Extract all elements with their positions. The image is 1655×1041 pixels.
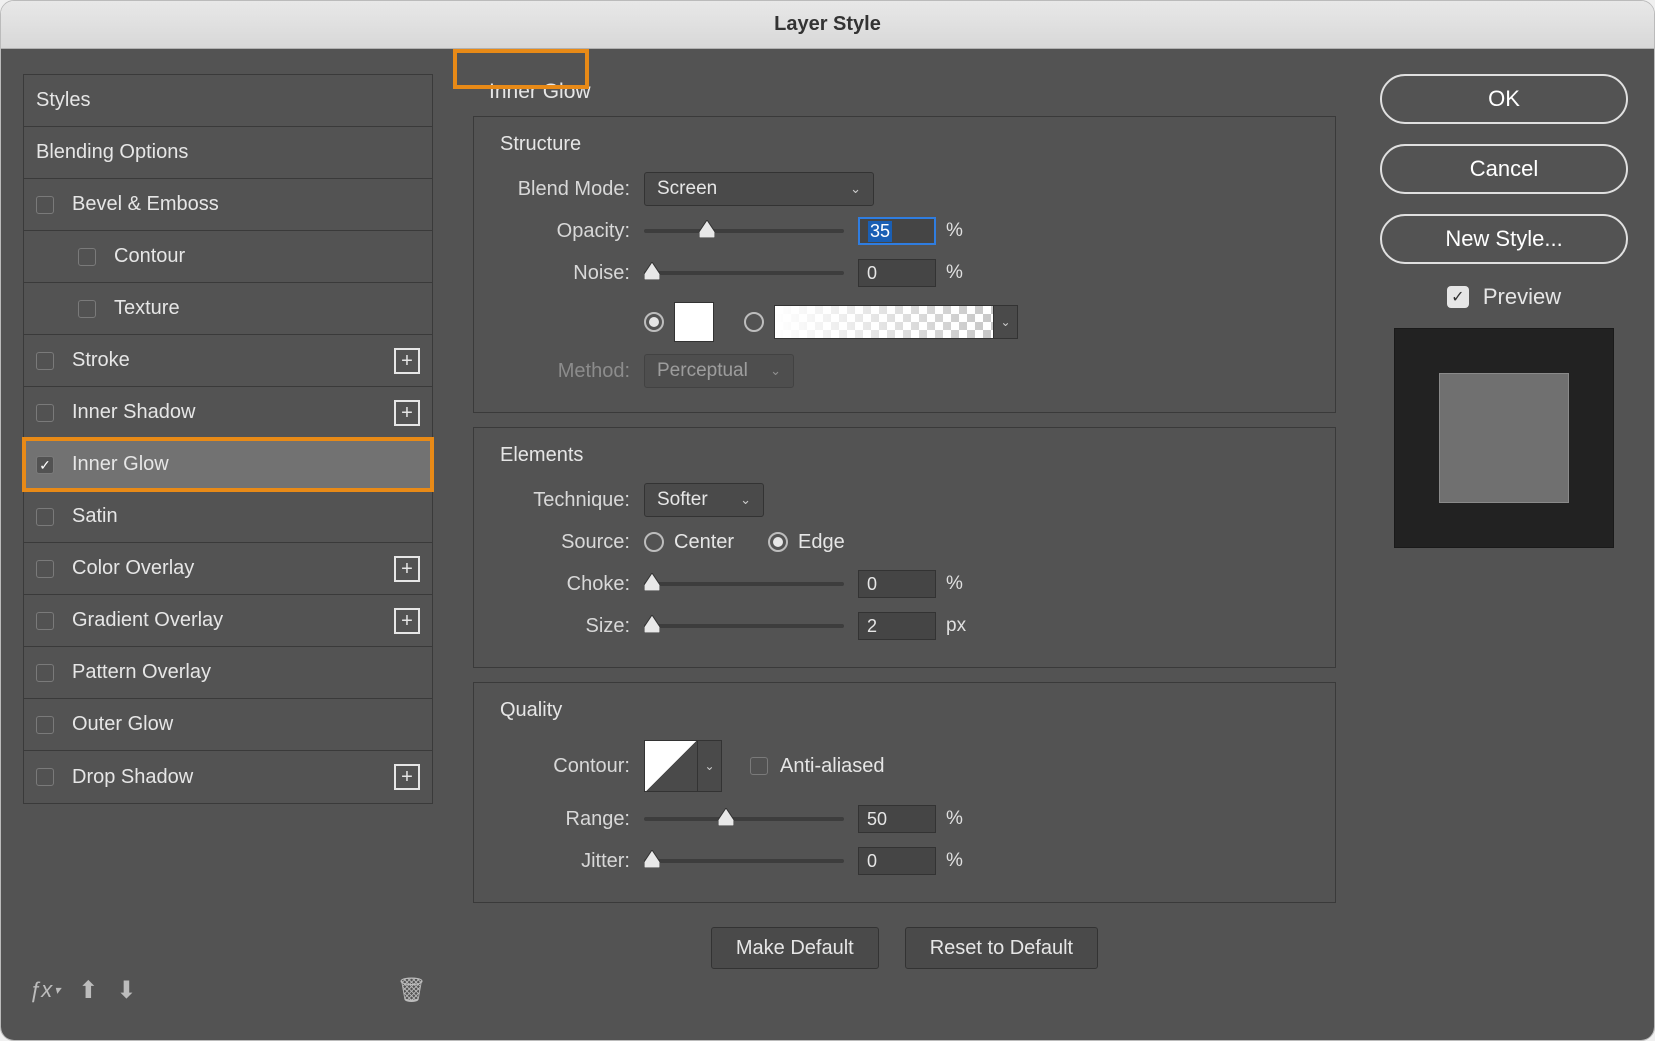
preview-toggle[interactable]: ✓ Preview <box>1380 284 1628 310</box>
noise-label: Noise: <box>500 262 630 285</box>
jitter-input[interactable]: 0 <box>858 847 936 875</box>
window-titlebar: Layer Style <box>1 1 1654 49</box>
move-up-icon[interactable]: ⬆ <box>78 976 98 1005</box>
chevron-down-icon: ⌄ <box>740 492 751 508</box>
chevron-down-icon: ⌄ <box>850 181 861 197</box>
effect-checkbox[interactable] <box>36 456 54 474</box>
effect-checkbox[interactable] <box>36 716 54 734</box>
range-input[interactable]: 50 <box>858 805 936 833</box>
range-label: Range: <box>500 808 630 831</box>
glow-color-swatch[interactable] <box>674 302 714 342</box>
sidebar-item-texture[interactable]: Texture <box>24 283 432 335</box>
styles-sidebar: Styles Blending Options Bevel & EmbossCo… <box>1 49 455 1040</box>
preview-checkbox[interactable]: ✓ <box>1447 286 1469 308</box>
noise-input[interactable]: 0 <box>858 259 936 287</box>
source-label: Source: <box>500 531 630 554</box>
opacity-input[interactable]: 35 <box>858 217 936 245</box>
fx-menu-icon[interactable]: ƒx▾ <box>29 977 60 1003</box>
layer-style-dialog: Layer Style Styles Blending Options Beve… <box>0 0 1655 1041</box>
effect-checkbox[interactable] <box>36 768 54 786</box>
contour-dropdown[interactable]: ⌄ <box>698 740 722 792</box>
effect-checkbox[interactable] <box>36 404 54 422</box>
sidebar-item-gradient-overlay[interactable]: Gradient Overlay+ <box>24 595 432 647</box>
choke-slider[interactable] <box>644 575 844 593</box>
choke-input[interactable]: 0 <box>858 570 936 598</box>
noise-slider[interactable] <box>644 264 844 282</box>
move-down-icon[interactable]: ⬇ <box>116 976 136 1005</box>
gradient-preview[interactable] <box>774 305 994 339</box>
elements-group: Elements Technique: Softer ⌄ Source: Cen… <box>473 427 1336 668</box>
add-instance-icon[interactable]: + <box>394 556 420 582</box>
elements-legend: Elements <box>500 442 1309 467</box>
anti-aliased-checkbox[interactable] <box>750 757 768 775</box>
effect-checkbox[interactable] <box>36 196 54 214</box>
preview-swatch <box>1394 328 1614 548</box>
size-slider[interactable] <box>644 617 844 635</box>
effect-checkbox[interactable] <box>36 352 54 370</box>
effect-checkbox[interactable] <box>78 248 96 266</box>
sidebar-item-inner-shadow[interactable]: Inner Shadow+ <box>24 387 432 439</box>
sidebar-item-bevel-emboss[interactable]: Bevel & Emboss <box>24 179 432 231</box>
size-label: Size: <box>500 615 630 638</box>
cancel-button[interactable]: Cancel <box>1380 144 1628 194</box>
sidebar-item-drop-shadow[interactable]: Drop Shadow+ <box>24 751 432 803</box>
structure-group: Structure Blend Mode: Screen ⌄ Opacity: … <box>473 116 1336 413</box>
add-instance-icon[interactable]: + <box>394 400 420 426</box>
add-instance-icon[interactable]: + <box>394 348 420 374</box>
technique-label: Technique: <box>500 489 630 512</box>
window-title: Layer Style <box>774 13 881 36</box>
sidebar-item-contour[interactable]: Contour <box>24 231 432 283</box>
effect-settings-panel: Inner Glow Structure Blend Mode: Screen … <box>455 49 1354 1040</box>
blend-mode-select[interactable]: Screen ⌄ <box>644 172 874 206</box>
chevron-down-icon: ⌄ <box>770 363 781 379</box>
sidebar-item-color-overlay[interactable]: Color Overlay+ <box>24 543 432 595</box>
contour-picker[interactable] <box>644 740 698 792</box>
gradient-radio[interactable] <box>744 312 764 332</box>
effect-checkbox[interactable] <box>36 612 54 630</box>
size-input[interactable]: 2 <box>858 612 936 640</box>
sidebar-item-stroke[interactable]: Stroke+ <box>24 335 432 387</box>
effect-checkbox[interactable] <box>78 300 96 318</box>
method-label: Method: <box>500 360 630 383</box>
blend-mode-label: Blend Mode: <box>500 178 630 201</box>
gradient-dropdown[interactable]: ⌄ <box>994 305 1018 339</box>
trash-icon[interactable]: 🗑 <box>397 976 427 1005</box>
jitter-slider[interactable] <box>644 852 844 870</box>
sidebar-header-styles[interactable]: Styles <box>24 75 432 127</box>
technique-select[interactable]: Softer ⌄ <box>644 483 764 517</box>
effect-checkbox[interactable] <box>36 664 54 682</box>
dialog-actions-column: OK Cancel New Style... ✓ Preview <box>1354 49 1654 1040</box>
opacity-label: Opacity: <box>500 220 630 243</box>
source-edge-radio[interactable] <box>768 532 788 552</box>
add-instance-icon[interactable]: + <box>394 608 420 634</box>
sidebar-item-pattern-overlay[interactable]: Pattern Overlay <box>24 647 432 699</box>
effect-checkbox[interactable] <box>36 560 54 578</box>
structure-legend: Structure <box>500 131 1309 156</box>
quality-legend: Quality <box>500 697 1309 722</box>
contour-label: Contour: <box>500 755 630 778</box>
new-style-button[interactable]: New Style... <box>1380 214 1628 264</box>
source-center-radio[interactable] <box>644 532 664 552</box>
sidebar-item-outer-glow[interactable]: Outer Glow <box>24 699 432 751</box>
ok-button[interactable]: OK <box>1380 74 1628 124</box>
effect-checkbox[interactable] <box>36 508 54 526</box>
solid-color-radio[interactable] <box>644 312 664 332</box>
effect-title: Inner Glow <box>473 74 1336 110</box>
choke-label: Choke: <box>500 573 630 596</box>
opacity-slider[interactable] <box>644 222 844 240</box>
range-slider[interactable] <box>644 810 844 828</box>
quality-group: Quality Contour: ⌄ Anti-aliased Range: 5… <box>473 682 1336 903</box>
sidebar-item-inner-glow[interactable]: Inner Glow <box>24 439 432 491</box>
reset-default-button[interactable]: Reset to Default <box>905 927 1098 969</box>
jitter-label: Jitter: <box>500 850 630 873</box>
sidebar-header-blending-options[interactable]: Blending Options <box>24 127 432 179</box>
make-default-button[interactable]: Make Default <box>711 927 879 969</box>
method-select: Perceptual ⌄ <box>644 354 794 388</box>
sidebar-item-satin[interactable]: Satin <box>24 491 432 543</box>
add-instance-icon[interactable]: + <box>394 764 420 790</box>
